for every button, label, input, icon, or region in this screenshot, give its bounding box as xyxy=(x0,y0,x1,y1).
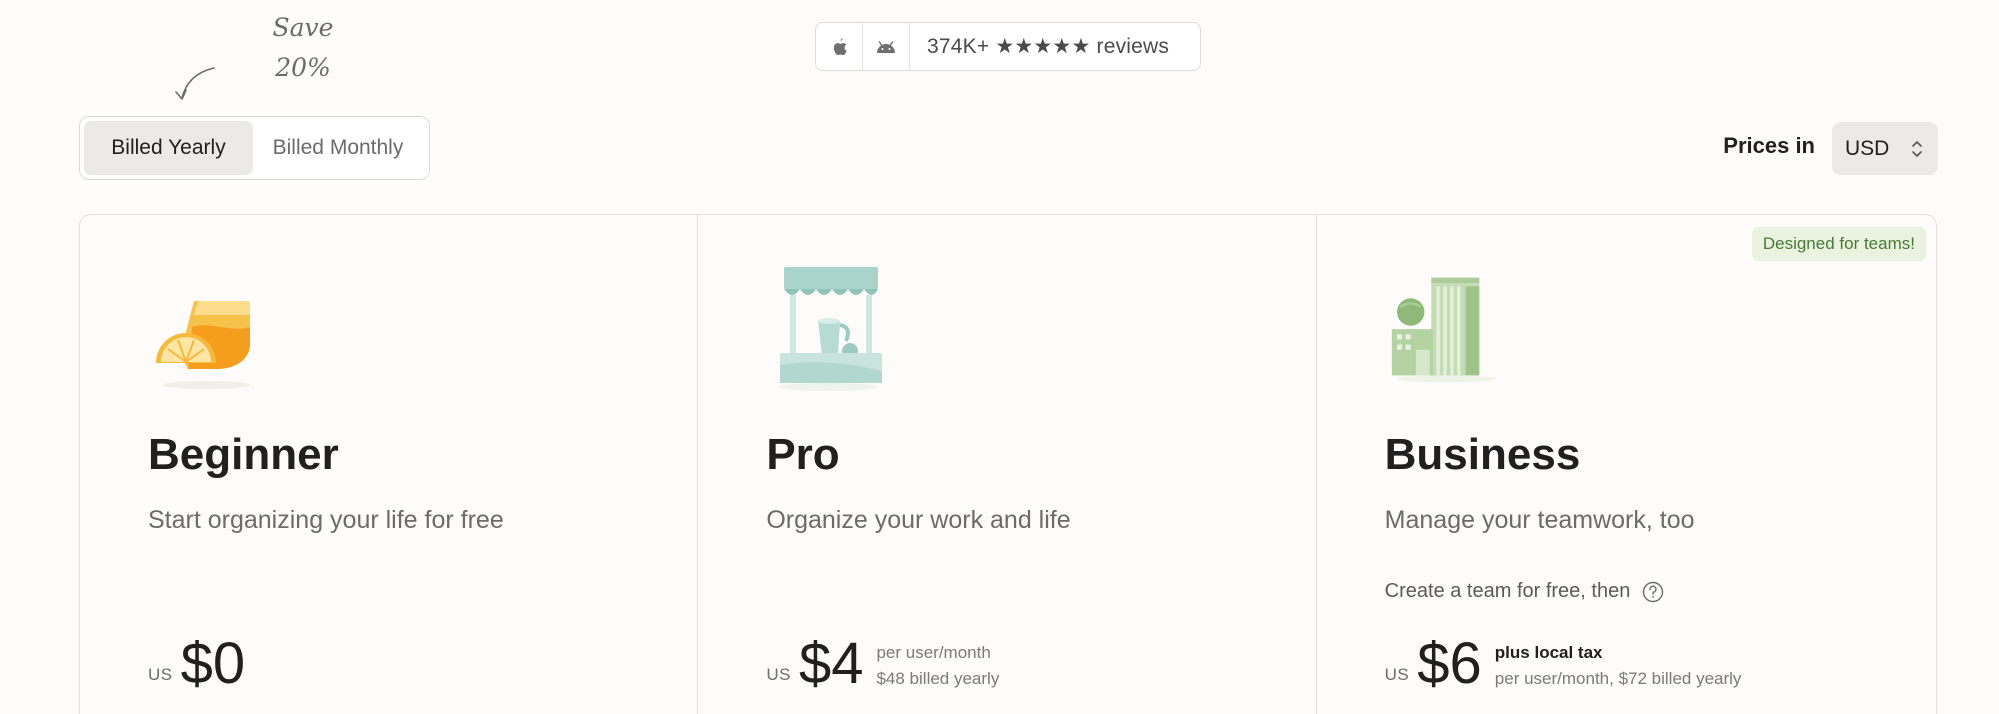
price-amount: $6 xyxy=(1417,631,1482,696)
lemonade-stand-icon xyxy=(778,267,883,391)
currency-prefix: US xyxy=(148,665,173,684)
apple-store-link[interactable] xyxy=(816,23,863,70)
plan-price: US $6 plus local tax per user/month, $72… xyxy=(1385,620,1742,695)
price-meta-line2: $48 billed yearly xyxy=(876,669,1000,688)
plan-cards: Beginner Start organizing your life for … xyxy=(79,214,1937,714)
save-note: Save 20% xyxy=(263,8,343,88)
reviews-count: 374K+ ★★★★★ reviews xyxy=(927,35,1170,58)
plan-title: Business xyxy=(1384,430,1581,479)
android-icon xyxy=(877,40,895,53)
team-note-text: Create a team for free, then xyxy=(1384,580,1631,602)
save-note-line2: 20% xyxy=(275,53,331,82)
billing-toggle: Billed Yearly Billed Monthly xyxy=(79,116,430,180)
plan-card-business: Designed for teams! Business Manage your… xyxy=(1317,215,1936,714)
currency-prefix: US xyxy=(1384,665,1410,684)
plan-title: Beginner xyxy=(148,430,339,479)
rating-pill: 374K+ ★★★★★ reviews xyxy=(815,22,1201,71)
price-details: per user/month $48 billed yearly xyxy=(876,643,999,689)
plan-price: US $0 xyxy=(148,620,245,695)
save-note-line1: Save xyxy=(272,13,334,42)
chevron-up-down-icon xyxy=(1912,141,1922,157)
price-meta-line1: plus local tax xyxy=(1494,643,1603,662)
plan-subtitle: Start organizing your life for free xyxy=(148,506,504,534)
billed-monthly-button[interactable]: Billed Monthly xyxy=(253,121,423,175)
plan-card-pro: Pro Organize your work and life US $4 pe… xyxy=(698,215,1317,714)
orange-juice-icon xyxy=(156,301,250,389)
currency-prefix: US xyxy=(766,665,791,684)
question-circle-icon[interactable] xyxy=(1642,581,1664,603)
billed-yearly-button[interactable]: Billed Yearly xyxy=(84,121,253,175)
price-meta-line1: per user/month xyxy=(876,643,991,662)
plan-title: Pro xyxy=(766,430,840,479)
price-amount: $4 xyxy=(798,631,864,696)
plan-subtitle: Organize your work and life xyxy=(766,506,1071,534)
android-store-link[interactable] xyxy=(863,23,910,70)
currency-value: USD xyxy=(1845,136,1890,160)
apple-icon xyxy=(833,37,847,55)
plan-subtitle: Manage your teamwork, too xyxy=(1384,506,1695,534)
office-building-icon xyxy=(1391,277,1497,383)
price-meta-line2: per user/month, $72 billed yearly xyxy=(1494,669,1742,688)
price-details: plus local tax per user/month, $72 bille… xyxy=(1495,643,1742,689)
currency-select[interactable]: USD xyxy=(1832,122,1938,175)
prices-in-label: Prices in xyxy=(1723,133,1815,158)
plan-price: US $4 per user/month $48 billed yearly xyxy=(766,620,999,695)
team-note: Create a team for free, then xyxy=(1385,580,1665,603)
designed-for-teams-badge: Designed for teams! xyxy=(1751,227,1926,261)
curved-arrow-icon xyxy=(175,67,215,100)
plan-card-beginner: Beginner Start organizing your life for … xyxy=(80,215,699,714)
price-amount: $0 xyxy=(180,631,246,696)
